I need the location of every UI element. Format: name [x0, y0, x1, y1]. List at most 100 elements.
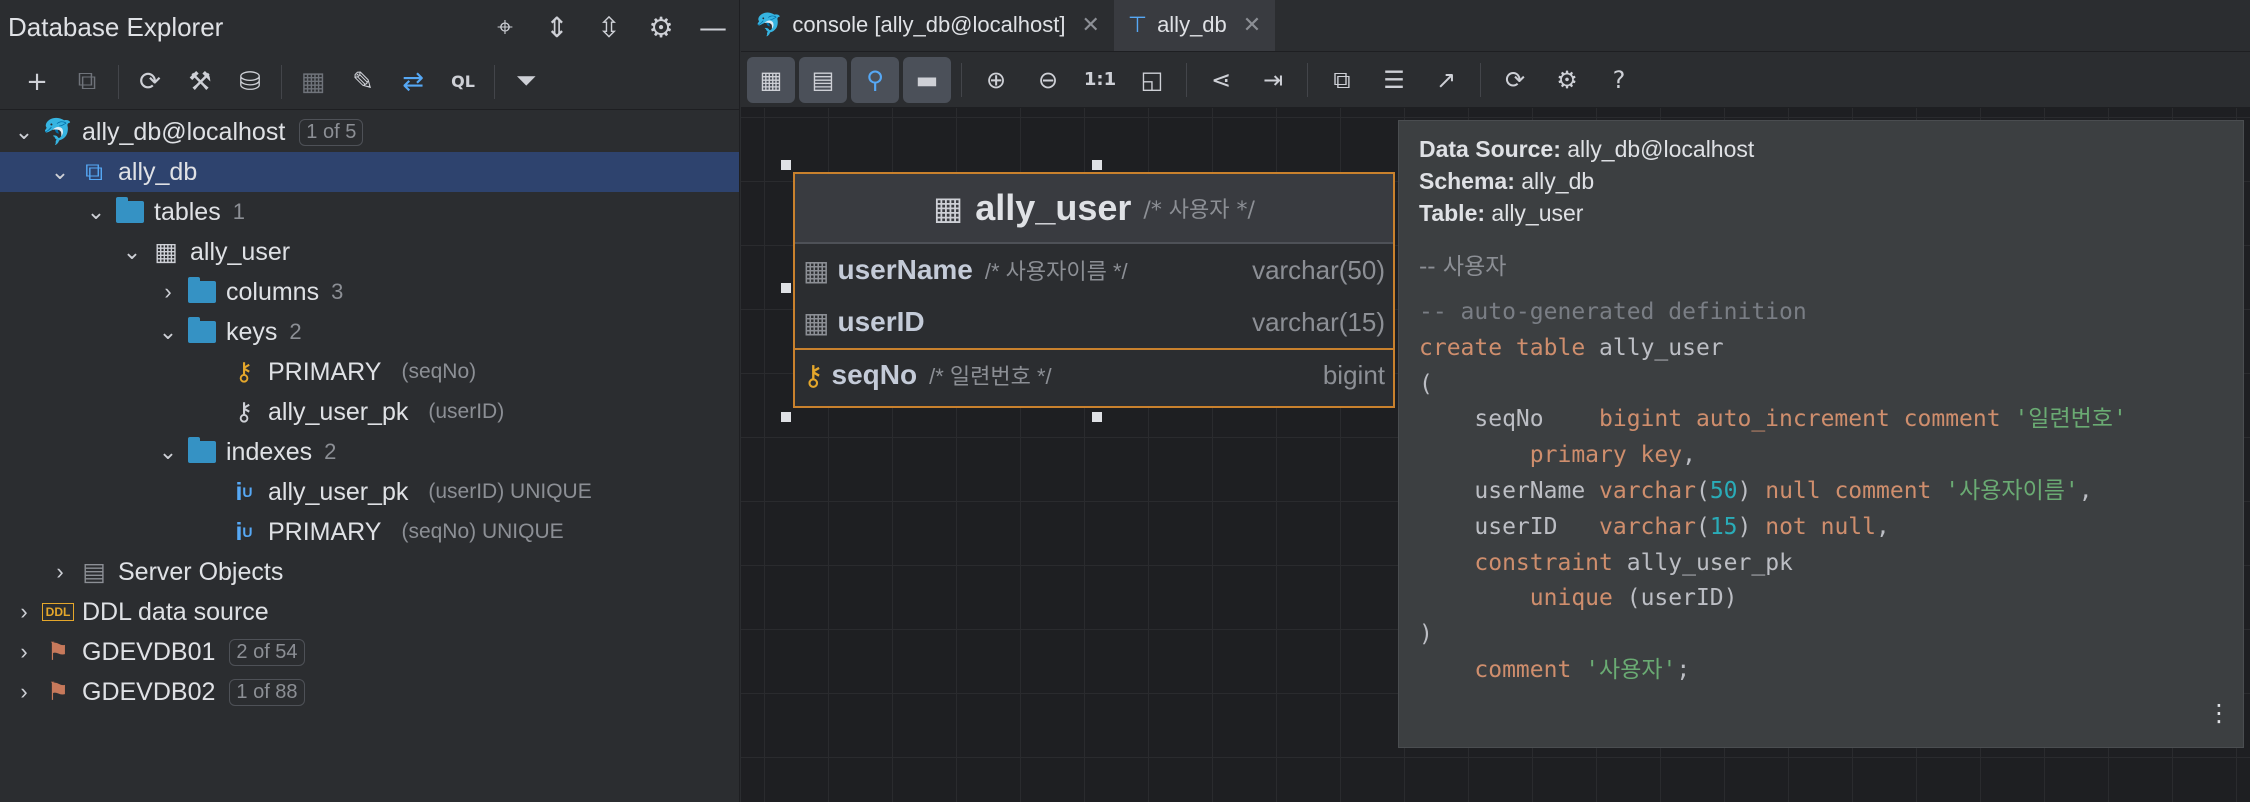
- tooltip-table: Table: ally_user: [1419, 200, 1584, 226]
- chevron-down-icon[interactable]: ⌄: [154, 439, 182, 465]
- close-icon[interactable]: ✕: [1243, 12, 1261, 38]
- properties-icon[interactable]: ☰: [1370, 57, 1418, 103]
- diagram-canvas[interactable]: ▦ ally_user /* 사용자 */ ▦ userName /* 사용자이…: [741, 108, 2250, 802]
- tooltip-comment: -- 사용자: [1419, 254, 1507, 280]
- chevron-right-icon[interactable]: ›: [154, 279, 182, 305]
- tooltip-schema: Schema: ally_db: [1419, 168, 1595, 194]
- ddl-icon: DDL: [42, 603, 74, 621]
- diagram-toolbar: ▦ ▤ ⚲ ▬ ⊕ ⊖ 1:1 ◱ ⋖ ⇥ ⧉ ☰ ↗ ⟳ ⚙ ?: [741, 52, 2250, 108]
- layout-icon[interactable]: ⋖: [1197, 57, 1245, 103]
- table-node-header: ▦ ally_user /* 사용자 */: [795, 174, 1393, 244]
- oracle-icon: ⚑: [46, 678, 70, 706]
- tree-item-keys[interactable]: ⌄ keys 2: [0, 312, 739, 352]
- tree-item-table[interactable]: ⌄ ▦ ally_user: [0, 232, 739, 272]
- resize-handle[interactable]: [1092, 412, 1102, 422]
- tree-item-key-pk[interactable]: ⚷ ally_user_pk (userID): [0, 392, 739, 432]
- show-table-icon[interactable]: ▤: [799, 56, 847, 103]
- console-icon: 🐬: [755, 12, 783, 37]
- edit-icon[interactable]: ✎: [338, 57, 388, 107]
- tree-item-server-objects[interactable]: › ▤ Server Objects: [0, 552, 739, 592]
- help-icon[interactable]: ?: [1595, 57, 1643, 103]
- mysql-icon: 🐬: [42, 117, 74, 146]
- tree-item-schema[interactable]: ⌄ ⧉ ally_db: [0, 152, 739, 192]
- actual-size-icon[interactable]: 1:1: [1076, 57, 1124, 103]
- chevron-right-icon[interactable]: ›: [46, 559, 74, 585]
- show-keys-icon[interactable]: ⚲: [851, 56, 899, 103]
- folder-icon: [114, 196, 146, 228]
- diagram-icon: ⊤: [1127, 12, 1148, 37]
- tree-item-index-pk[interactable]: iU ally_user_pk (userID) UNIQUE: [0, 472, 739, 512]
- zoom-in-icon[interactable]: ⊕: [972, 57, 1020, 103]
- chevron-right-icon[interactable]: ›: [10, 679, 38, 705]
- column-icon: ▦: [803, 254, 830, 286]
- table-node[interactable]: ▦ ally_user /* 사용자 */ ▦ userName /* 사용자이…: [793, 172, 1395, 408]
- chevron-right-icon[interactable]: ›: [10, 599, 38, 625]
- tree-item-gdevdb01[interactable]: › ⚑ GDEVDB01 2 of 54: [0, 632, 739, 672]
- jump-icon[interactable]: ⇄: [388, 57, 438, 107]
- filter-icon[interactable]: ⏷: [501, 57, 551, 107]
- table-info-tooltip: Data Source: ally_db@localhost Schema: a…: [1398, 120, 2244, 748]
- tab-console[interactable]: 🐬 console [ally_db@localhost] ✕: [741, 0, 1114, 51]
- collapse-all-icon[interactable]: ⇳: [583, 0, 635, 54]
- minimize-icon[interactable]: —: [687, 0, 739, 54]
- chevron-down-icon[interactable]: ⌄: [46, 159, 74, 185]
- table-icon[interactable]: ▦: [288, 57, 338, 107]
- expand-all-icon[interactable]: ⇕: [531, 0, 583, 54]
- tree-item-tables[interactable]: ⌄ tables 1: [0, 192, 739, 232]
- oracle-icon: ⚑: [46, 638, 70, 666]
- tooltip-datasource: Data Source: ally_db@localhost: [1419, 136, 1755, 162]
- tree-item-datasource[interactable]: ⌄ 🐬 ally_db@localhost 1 of 5: [0, 112, 739, 152]
- tree-item-indexes[interactable]: ⌄ indexes 2: [0, 432, 739, 472]
- folder-icon: [186, 276, 218, 308]
- resize-handle[interactable]: [1092, 160, 1102, 170]
- resize-handle[interactable]: [781, 283, 791, 293]
- copy-diagram-icon[interactable]: ⧉: [1318, 57, 1366, 103]
- chevron-right-icon[interactable]: ›: [10, 639, 38, 665]
- add-icon[interactable]: +: [12, 57, 62, 107]
- zoom-out-icon[interactable]: ⊖: [1024, 57, 1072, 103]
- copy-icon[interactable]: ⧉: [62, 57, 112, 107]
- show-columns-icon[interactable]: ▦: [747, 56, 795, 103]
- key-outline-icon: ⚷: [234, 398, 254, 426]
- export-icon[interactable]: ↗: [1422, 57, 1470, 103]
- column-row[interactable]: ▦ userID varchar(15): [795, 296, 1393, 348]
- schema-icon: ⧉: [85, 157, 103, 186]
- tree-item-gdevdb02[interactable]: › ⚑ GDEVDB02 1 of 88: [0, 672, 739, 712]
- refresh-icon[interactable]: ⟳: [125, 57, 175, 107]
- gear-icon[interactable]: ⚙: [635, 0, 687, 54]
- gear-icon[interactable]: ⚙: [1543, 57, 1591, 103]
- server-objects-icon: ▤: [82, 558, 106, 586]
- close-icon[interactable]: ✕: [1081, 12, 1099, 38]
- refresh-icon[interactable]: ⟳: [1491, 57, 1539, 103]
- tree-item-ddl[interactable]: › DDL DDL data source: [0, 592, 739, 632]
- tree-item-columns[interactable]: › columns 3: [0, 272, 739, 312]
- more-icon[interactable]: ⋮: [2207, 699, 2231, 727]
- folder-icon: [186, 436, 218, 468]
- resize-handle[interactable]: [781, 412, 791, 422]
- chevron-down-icon[interactable]: ⌄: [154, 319, 182, 345]
- show-comments-icon[interactable]: ▬: [903, 56, 951, 103]
- resize-handle[interactable]: [781, 160, 791, 170]
- datasource-icon[interactable]: ⛁: [225, 57, 275, 107]
- table-icon: ▦: [933, 189, 964, 227]
- tree-item-key-primary[interactable]: ⚷ PRIMARY (seqNo): [0, 352, 739, 392]
- route-edges-icon[interactable]: ⇥: [1249, 57, 1297, 103]
- ql-icon[interactable]: QL: [438, 57, 488, 107]
- table-icon: ▦: [154, 238, 178, 266]
- tree-item-index-primary[interactable]: iU PRIMARY (seqNo) UNIQUE: [0, 512, 739, 552]
- chevron-down-icon[interactable]: ⌄: [10, 119, 38, 145]
- crosshair-icon[interactable]: ⌖: [479, 0, 531, 54]
- settings-icon[interactable]: ⚒: [175, 57, 225, 107]
- fit-content-icon[interactable]: ◱: [1128, 57, 1176, 103]
- chevron-down-icon[interactable]: ⌄: [118, 239, 146, 265]
- key-icon: ⚷: [234, 358, 254, 386]
- tab-diagram[interactable]: ⊤ ally_db ✕: [1113, 0, 1276, 51]
- ddl-code: -- auto-generated definition create tabl…: [1419, 299, 2127, 683]
- chevron-down-icon[interactable]: ⌄: [82, 199, 110, 225]
- folder-icon: [186, 316, 218, 348]
- column-row[interactable]: ▦ userName /* 사용자이름 */ varchar(50): [795, 244, 1393, 296]
- index-icon: iU: [235, 477, 253, 506]
- primary-key-icon: ⚷: [803, 359, 824, 391]
- column-row-primary-key[interactable]: ⚷ seqNo /* 일련번호 */ bigint: [795, 348, 1393, 400]
- unique-column-icon: ▦: [803, 306, 830, 338]
